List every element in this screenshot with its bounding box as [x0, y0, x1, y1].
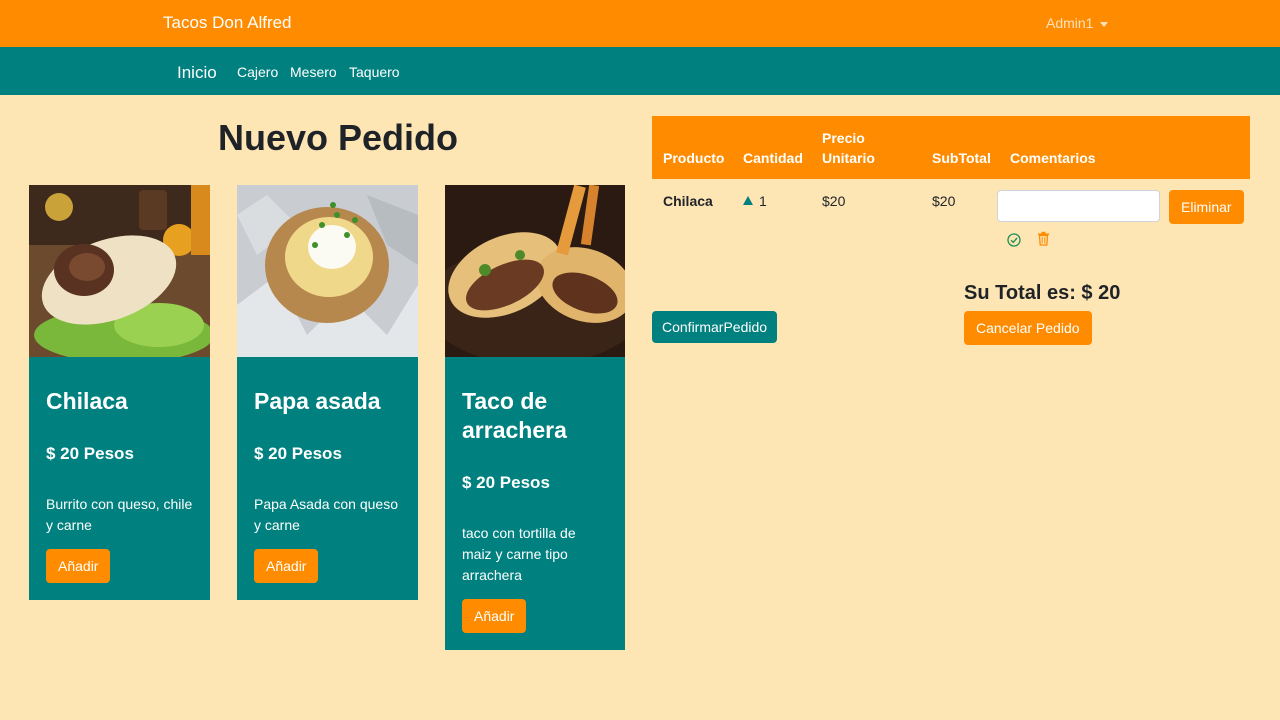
page-title: Nuevo Pedido — [218, 117, 459, 158]
delete-item-button[interactable]: Eliminar — [1169, 190, 1244, 224]
product-description: taco con tortilla de maiz y carne tipo a… — [462, 525, 576, 583]
user-menu-dropdown[interactable]: Admin1 — [1046, 15, 1109, 31]
nav-link-taquero[interactable]: Taquero — [349, 64, 400, 80]
nav-link-cajero[interactable]: Cajero — [237, 64, 278, 80]
product-card: Chilaca $ 20 Pesos Burrito con queso, ch… — [29, 185, 210, 600]
add-product-button[interactable]: Añadir — [254, 549, 319, 583]
order-subtotal: $20 — [932, 193, 956, 209]
user-name: Admin1 — [1046, 15, 1094, 31]
baked-potato-photo — [237, 185, 418, 357]
confirm-order-button[interactable]: ConfirmarPedido — [652, 311, 778, 343]
quantity-value: 1 — [759, 193, 767, 209]
product-name: Taco de arrachera — [462, 388, 567, 443]
caret-down-icon — [1100, 21, 1109, 27]
product-price: $ 20 Pesos — [462, 473, 550, 492]
column-header-subtotal: SubTotal — [932, 150, 991, 166]
order-unit-price: $20 — [822, 193, 846, 209]
triangle-up-icon[interactable] — [743, 196, 753, 205]
column-header-comentarios: Comentarios — [1010, 150, 1096, 166]
comment-input[interactable] — [997, 190, 1160, 222]
product-name: Chilaca — [46, 388, 128, 414]
order-quantity: 1 — [743, 193, 767, 209]
product-card: Taco de arrachera $ 20 Pesos taco con to… — [445, 185, 625, 650]
product-description: Burrito con queso, chile y carne — [46, 496, 193, 533]
burrito-photo — [29, 185, 210, 357]
nav-home-link[interactable]: Inicio — [177, 63, 217, 83]
add-product-button[interactable]: Añadir — [46, 549, 111, 583]
product-card: Papa asada $ 20 Pesos Papa Asada con que… — [237, 185, 418, 600]
column-header-producto: Producto — [663, 150, 725, 166]
column-header-cantidad: Cantidad — [743, 150, 803, 166]
add-product-button[interactable]: Añadir — [462, 599, 527, 633]
nav-link-mesero[interactable]: Mesero — [290, 64, 337, 80]
tacos-photo — [445, 185, 625, 357]
check-circle-icon[interactable] — [1007, 233, 1021, 247]
column-header-precio-unitario: Precio Unitario — [822, 130, 875, 166]
product-price: $ 20 Pesos — [46, 444, 134, 463]
order-total: Su Total es: $ 20 — [964, 282, 1121, 304]
brand-logo[interactable]: Tacos Don Alfred — [163, 13, 292, 33]
product-name: Papa asada — [254, 388, 381, 414]
cancel-order-button[interactable]: Cancelar Pedido — [964, 311, 1092, 345]
trash-icon[interactable] — [1037, 231, 1050, 246]
order-product-name: Chilaca — [663, 193, 713, 209]
product-price: $ 20 Pesos — [254, 444, 342, 463]
product-description: Papa Asada con queso y carne — [254, 496, 399, 533]
